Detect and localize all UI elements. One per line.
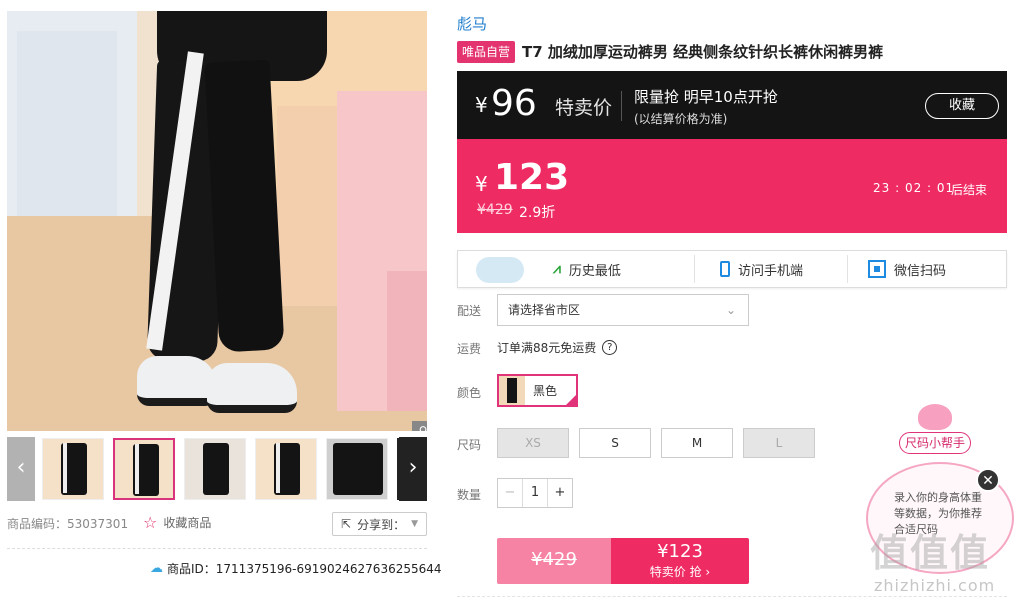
size-option-xs[interactable]: XS — [497, 428, 569, 458]
flash-sale-text: 限量抢 明早10点开抢 — [634, 88, 778, 106]
size-helper-button[interactable]: 尺码小帮手 — [899, 432, 971, 454]
thumbnail[interactable] — [255, 438, 317, 500]
size-label: 尺码 — [457, 438, 482, 452]
color-option-label: 黑色 — [533, 384, 558, 398]
quantity-label: 数量 — [457, 488, 482, 502]
original-price: ¥429 — [477, 202, 513, 218]
thumbnail-active[interactable] — [113, 438, 175, 500]
divider — [847, 255, 848, 283]
currency-symbol: ¥ — [475, 172, 488, 196]
collect-button[interactable]: 收藏 — [925, 93, 999, 119]
currency-symbol: ¥ — [475, 93, 488, 117]
quantity-minus-button[interactable]: − — [498, 479, 522, 507]
mobile-label: 访问手机端 — [738, 263, 804, 279]
product-id: ☁ 商品ID：1711375196-6919024627636255644 — [150, 560, 442, 577]
color-option[interactable]: 黑色 — [497, 374, 578, 407]
chevron-down-icon: ▼ — [411, 519, 418, 529]
divider — [621, 91, 622, 121]
shipping-text: 订单满88元免运费 — [497, 341, 597, 355]
thumbnail[interactable] — [326, 438, 388, 500]
cloud-icon — [476, 257, 524, 283]
brand-link[interactable]: 彪马 — [457, 13, 487, 34]
product-id-text: 商品ID：1711375196-6919024627636255644 — [167, 562, 442, 576]
divider — [457, 596, 1007, 597]
phone-icon — [720, 261, 730, 277]
service-bar: ⩘ 历史最低 访问手机端 微信扫码 — [457, 250, 1007, 288]
image-prop — [277, 106, 337, 306]
shipping-info: 订单满88元免运费 ? — [497, 339, 618, 356]
divider — [694, 255, 695, 283]
price-history-label: 历史最低 — [568, 263, 621, 279]
region-select-value: 请选择省市区 — [508, 303, 581, 317]
current-price: 123 — [494, 157, 570, 198]
size-option-m[interactable]: M — [661, 428, 733, 458]
shipping-label: 运费 — [457, 342, 482, 356]
help-icon[interactable]: ? — [602, 340, 618, 355]
quantity-stepper: − 1 + — [497, 478, 573, 508]
wechat-scan-button[interactable]: 微信扫码 — [868, 251, 946, 287]
chevron-down-icon: ⌄ — [725, 303, 736, 317]
countdown-timer: 23 : 02 : 01 — [873, 181, 955, 195]
share-icon: ⇱ — [341, 517, 352, 531]
thumbnail-next-button[interactable]: › — [399, 437, 427, 501]
main-product-image[interactable]: ⚲ — [7, 11, 427, 431]
region-select[interactable]: 请选择省市区 ⌄ — [497, 294, 749, 326]
watermark-url: zhizhizhi.com — [874, 576, 996, 595]
sneaker — [137, 356, 217, 406]
product-title: T7 加绒加厚运动裤男 经典侧条纹针织长裤休闲裤男裤 — [522, 43, 884, 61]
mobile-button[interactable]: 访问手机端 — [720, 251, 803, 287]
close-icon[interactable]: ✕ — [976, 468, 1000, 492]
quantity-plus-button[interactable]: + — [548, 479, 572, 507]
price-note: (以结算价格为准) — [634, 112, 728, 126]
mascot-icon — [918, 404, 952, 430]
buy-now[interactable]: ¥123 特卖价 抢 › — [611, 538, 749, 584]
thumbnail-strip: ‹ › — [7, 437, 427, 501]
buy-original-price: ¥429 — [497, 538, 611, 584]
qr-code-icon — [868, 260, 886, 278]
price-history-button[interactable]: ⩘ 历史最低 — [553, 251, 621, 287]
watermark-logo: 值值值 — [870, 531, 991, 575]
special-price-label: 特卖价 — [555, 97, 613, 119]
trend-icon: ⩘ — [553, 261, 561, 277]
divider — [7, 548, 427, 549]
size-option-l[interactable]: L — [743, 428, 815, 458]
magnifier-icon[interactable]: ⚲ — [412, 421, 427, 431]
special-price-bar: ¥ 96 特卖价 限量抢 明早10点开抢 (以结算价格为准) 收藏 — [457, 71, 1007, 139]
thumbnail[interactable] — [42, 438, 104, 500]
discount: 2.9折 — [519, 205, 556, 221]
cloud-icon: ☁ — [150, 561, 163, 576]
buy-price: ¥123 — [657, 541, 703, 562]
share-dropdown[interactable]: ⇱ 分享到： ▼ — [332, 512, 427, 536]
sneaker — [207, 363, 297, 413]
countdown-label: 后结束 — [951, 183, 988, 197]
color-swatch — [499, 376, 525, 405]
thumbnail[interactable] — [184, 438, 246, 500]
star-icon: ☆ — [143, 513, 158, 532]
selected-check-icon — [564, 393, 578, 407]
quantity-input[interactable]: 1 — [522, 479, 548, 507]
size-option-s[interactable]: S — [579, 428, 651, 458]
self-operated-badge: 唯品自营 — [457, 41, 516, 63]
color-label: 颜色 — [457, 386, 482, 400]
current-price-bar: ¥ 123 ¥429 2.9折 23 : 02 : 01 后结束 — [457, 139, 1007, 233]
special-price: 96 — [491, 83, 537, 124]
image-prop — [387, 271, 427, 411]
wechat-label: 微信扫码 — [894, 263, 947, 279]
product-code: 商品编码：53037301 — [7, 517, 129, 531]
buy-action-label: 特卖价 抢 › — [649, 565, 711, 579]
favorite-label: 收藏商品 — [163, 516, 212, 530]
favorite-button[interactable]: ☆ 收藏商品 — [143, 513, 211, 532]
buy-button[interactable]: ¥429 ¥123 特卖价 抢 › — [497, 538, 749, 584]
delivery-label: 配送 — [457, 304, 482, 318]
share-label: 分享到： — [357, 517, 406, 532]
thumbnail-prev-button[interactable]: ‹ — [7, 437, 35, 501]
